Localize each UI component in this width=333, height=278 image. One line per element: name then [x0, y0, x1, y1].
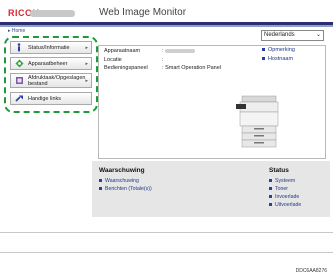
- bullet-icon: [99, 179, 102, 183]
- hostname-link[interactable]: Hostnaam: [262, 56, 293, 62]
- nav-status-information[interactable]: Status/Informatie ▸: [10, 41, 92, 54]
- bullet-icon: [269, 203, 272, 207]
- nav-label: Afdruktaak/Opgeslagen bestand: [28, 74, 86, 87]
- panel-value: : Smart Operation Panel: [162, 65, 222, 71]
- bullet-icon: [99, 187, 102, 191]
- comment-link[interactable]: Opmerking: [262, 47, 295, 53]
- bullet-icon: [262, 48, 265, 52]
- nav-useful-links[interactable]: Handige links: [10, 92, 92, 105]
- input-tray-link[interactable]: Invoerlade: [269, 194, 299, 200]
- nav-label: Apparaatbeheer: [28, 60, 68, 67]
- model-name-blurred: [30, 10, 75, 17]
- bullet-icon: [262, 57, 265, 61]
- nav-label: Handige links: [28, 95, 62, 102]
- bullet-icon: [269, 187, 272, 191]
- nav-print-job-stored-file[interactable]: Afdruktaak/Opgeslagen bestand ▸: [10, 73, 92, 88]
- device-name-blurred: [165, 48, 196, 53]
- output-tray-link[interactable]: Uitvoerlade: [269, 202, 301, 208]
- figure-code: DDC6AA8276: [295, 268, 327, 274]
- app-title: Web Image Monitor: [99, 7, 187, 18]
- warning-title: Waarschuwing: [99, 167, 145, 174]
- device-row-panel: Bedieningspaneel : Smart Operation Panel: [104, 65, 221, 71]
- toner-link[interactable]: Toner: [269, 186, 288, 192]
- chevron-right-icon: ▸: [85, 77, 88, 84]
- warning-link[interactable]: Waarschuwing: [99, 178, 139, 184]
- device-name-label: Apparaatnaam: [104, 48, 141, 54]
- location-value: :: [162, 57, 164, 63]
- print-job-icon: [14, 76, 24, 86]
- info-icon: [14, 43, 24, 53]
- nav-device-management[interactable]: Apparaatbeheer ▸: [10, 57, 92, 70]
- language-select[interactable]: Nederlands ⌄: [261, 30, 324, 41]
- device-row-name: Apparaatnaam :: [104, 48, 196, 54]
- language-value: Nederlands: [264, 32, 295, 38]
- device-name-value: :: [162, 48, 196, 54]
- system-link[interactable]: Systeem: [269, 178, 295, 184]
- chevron-down-icon: ⌄: [315, 32, 321, 38]
- status-title: Status: [269, 167, 289, 174]
- top-bar-sub: [0, 25, 333, 27]
- location-label: Locatie: [104, 57, 122, 63]
- device-row-location: Locatie :: [104, 57, 164, 63]
- chevron-right-icon: ▸: [85, 44, 88, 51]
- nav-label: Status/Informatie: [28, 44, 70, 51]
- messages-link[interactable]: Berichten (Totale(s)): [99, 186, 152, 192]
- panel-label: Bedieningspaneel: [104, 65, 148, 71]
- home-link[interactable]: ▸ Home: [8, 28, 25, 34]
- chevron-right-icon: ▸: [85, 60, 88, 67]
- printer-image: [236, 95, 279, 148]
- bullet-icon: [269, 195, 272, 199]
- footer-divider: [0, 232, 333, 233]
- device-info-panel: [98, 45, 326, 159]
- status-band: Waarschuwing Waarschuwing Berichten (Tot…: [92, 161, 330, 217]
- footer-divider: [0, 252, 333, 253]
- bullet-icon: [269, 179, 272, 183]
- device-management-icon: [14, 59, 24, 69]
- link-icon: [14, 94, 24, 104]
